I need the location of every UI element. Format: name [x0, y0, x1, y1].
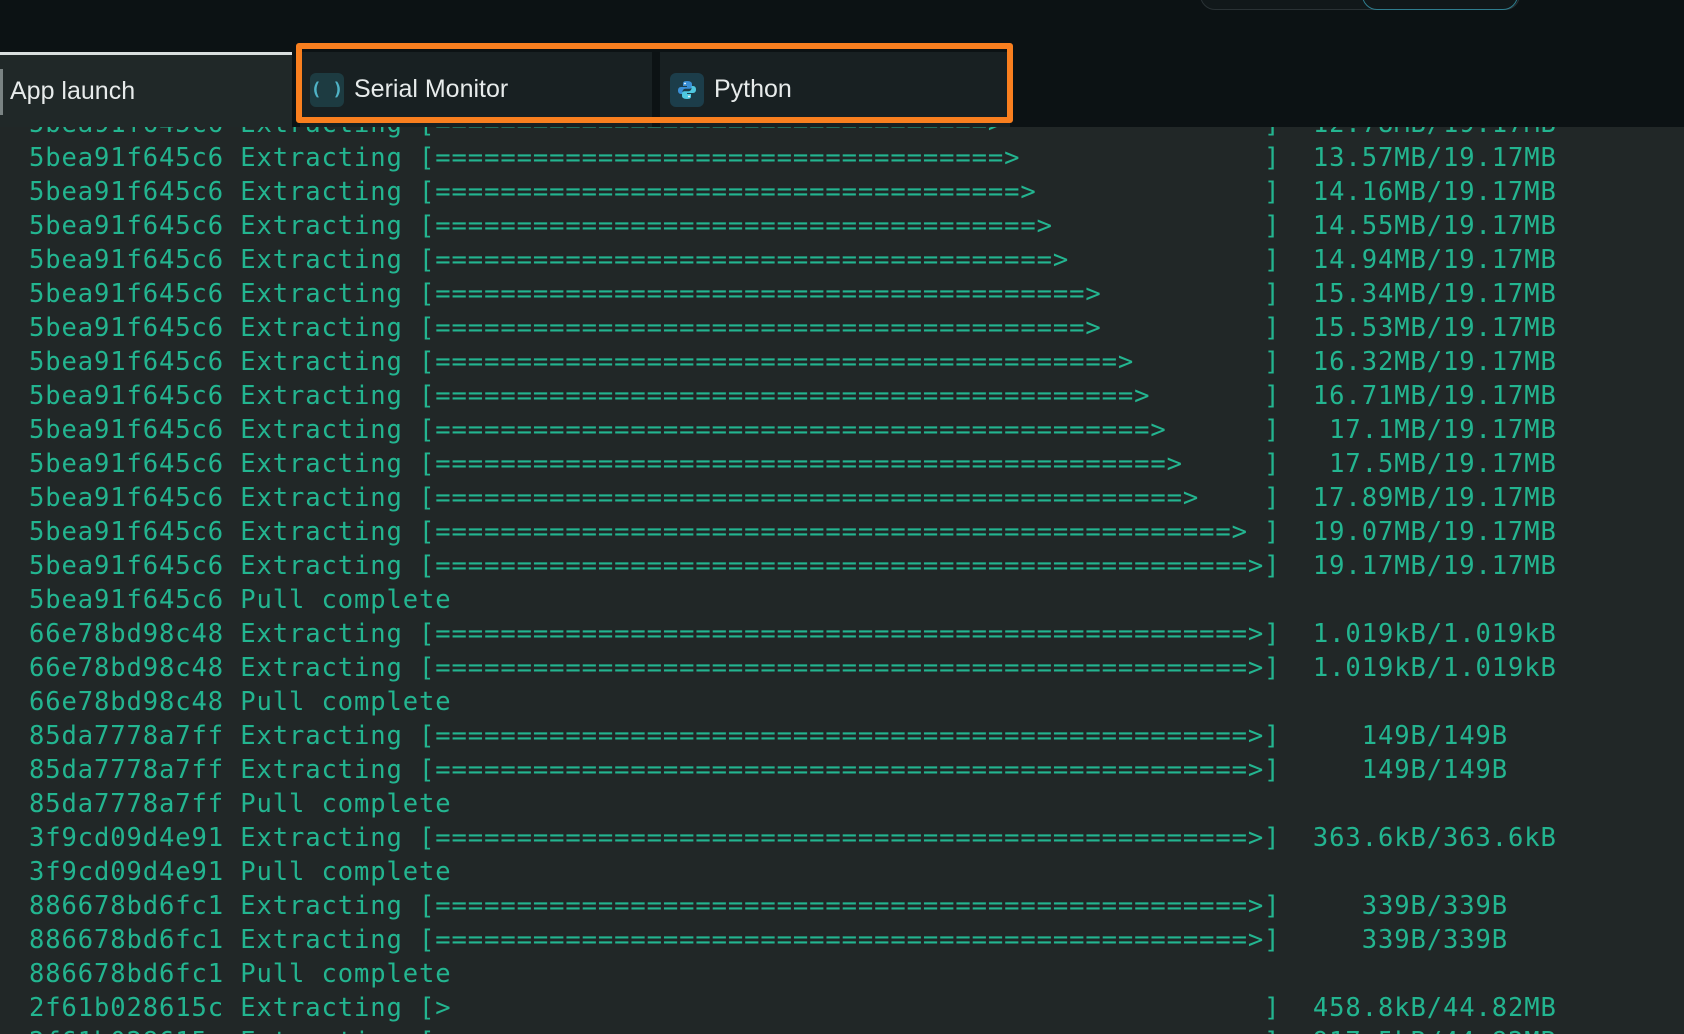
terminal-line: 886678bd6fc1 Pull complete: [29, 959, 452, 989]
terminal-line: 5bea91f645c6 Extracting [===============…: [29, 127, 1557, 141]
top-toolbar: [0, 0, 1684, 52]
tab-label: Serial Monitor: [354, 75, 509, 103]
terminal-line: 5bea91f645c6 Extracting [===============…: [29, 449, 1557, 479]
tab-serial-monitor[interactable]: ( ) Serial Monitor: [300, 52, 652, 127]
terminal-line: 5bea91f645c6 Pull complete: [29, 585, 452, 615]
terminal-line: 5bea91f645c6 Extracting [===============…: [29, 347, 1557, 377]
tab-label: Python: [714, 75, 792, 103]
tab-python[interactable]: Python: [660, 52, 1010, 127]
toolbar-action-button[interactable]: [1362, 0, 1518, 10]
python-logo-icon: [670, 72, 704, 107]
terminal-line: 886678bd6fc1 Extracting [===============…: [29, 925, 1508, 955]
terminal-line: 5bea91f645c6 Extracting [===============…: [29, 177, 1557, 207]
tab-app-launch[interactable]: App launch: [0, 52, 292, 127]
terminal-line: 886678bd6fc1 Extracting [===============…: [29, 891, 1508, 921]
terminal-line: 2f61b028615c Extracting [> ] 458.8kB/44.…: [29, 993, 1557, 1023]
terminal-line: 5bea91f645c6 Extracting [===============…: [29, 211, 1557, 241]
terminal-line: 2f61b028615c Extracting [> ] 917.5kB/44.…: [29, 1025, 1557, 1034]
terminal-line: 5bea91f645c6 Extracting [===============…: [29, 517, 1557, 547]
terminal-line: 66e78bd98c48 Extracting [===============…: [29, 619, 1557, 649]
terminal-line: 66e78bd98c48 Extracting [===============…: [29, 653, 1557, 683]
terminal-line: 85da7778a7ff Extracting [===============…: [29, 755, 1508, 785]
terminal-line: 66e78bd98c48 Pull complete: [29, 687, 452, 717]
terminal-line: 5bea91f645c6 Extracting [===============…: [29, 415, 1557, 445]
terminal-line: 3f9cd09d4e91 Extracting [===============…: [29, 823, 1557, 853]
terminal-line: 85da7778a7ff Pull complete: [29, 789, 452, 819]
terminal-line: 5bea91f645c6 Extracting [===============…: [29, 313, 1557, 343]
terminal-line: 5bea91f645c6 Extracting [===============…: [29, 143, 1557, 173]
tab-edge-marker: [0, 69, 3, 115]
terminal-line: 3f9cd09d4e91 Pull complete: [29, 857, 452, 887]
panel-tab-bar: App launch ( ) Serial Monitor Python: [0, 52, 1684, 127]
terminal-line: 5bea91f645c6 Extracting [===============…: [29, 245, 1557, 275]
tab-label: App launch: [10, 76, 136, 105]
terminal-output[interactable]: 5bea91f645c6 Extracting [===============…: [0, 127, 1684, 1034]
terminal-line: 5bea91f645c6 Extracting [===============…: [29, 551, 1557, 581]
terminal-line: 5bea91f645c6 Extracting [===============…: [29, 279, 1557, 309]
terminal-log: 5bea91f645c6 Extracting [===============…: [29, 127, 1557, 1034]
code-brackets-icon: ( ): [310, 72, 344, 107]
terminal-line: 85da7778a7ff Extracting [===============…: [29, 721, 1508, 751]
terminal-line: 5bea91f645c6 Extracting [===============…: [29, 381, 1557, 411]
terminal-line: 5bea91f645c6 Extracting [===============…: [29, 483, 1557, 513]
